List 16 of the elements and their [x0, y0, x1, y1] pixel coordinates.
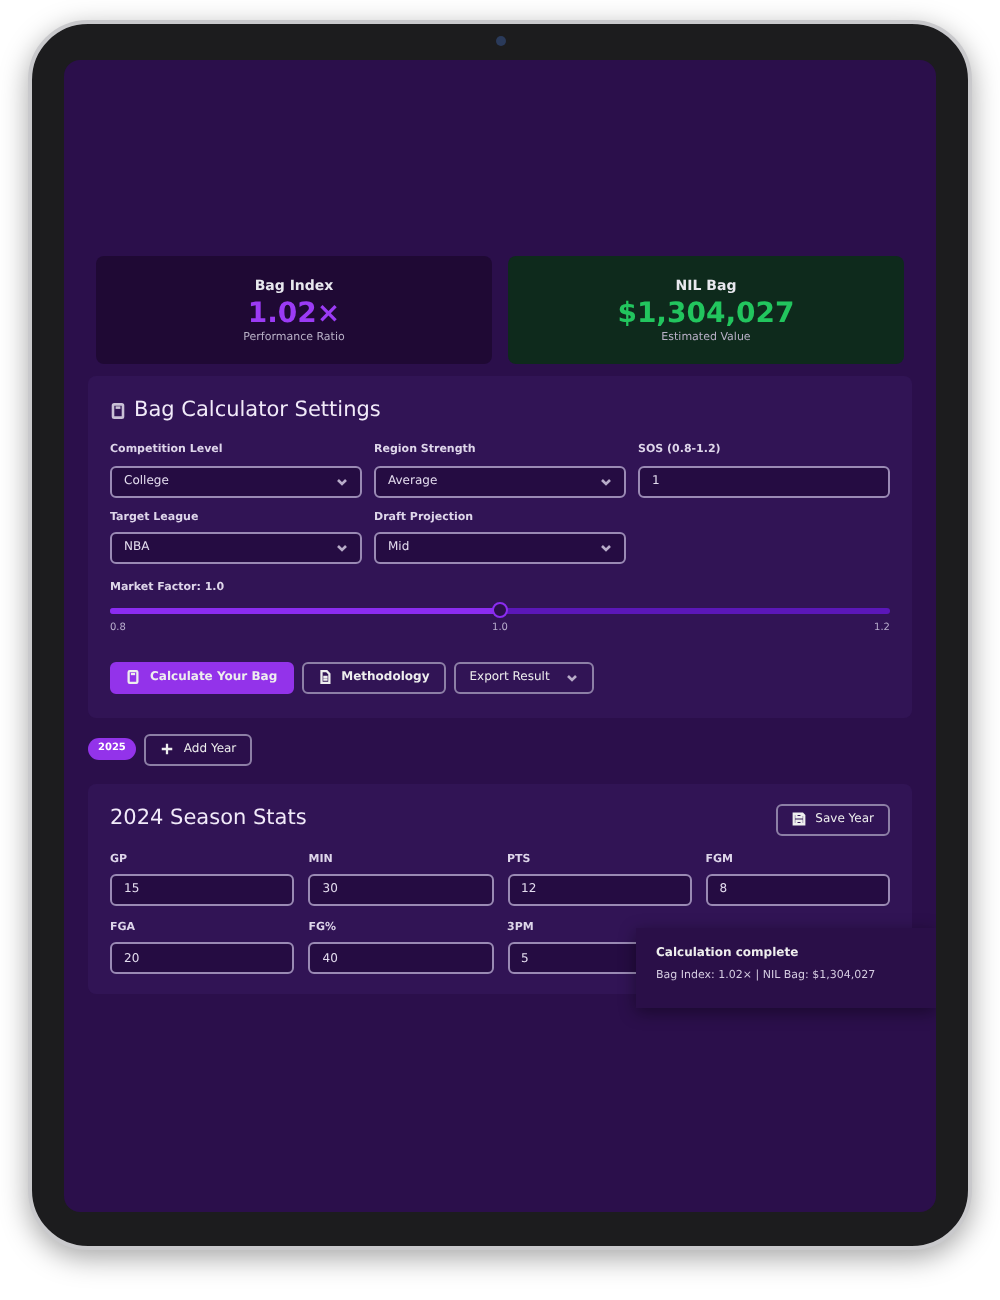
calculator-icon [126, 670, 140, 685]
chevron-down-icon [600, 477, 612, 486]
calculator-icon [110, 401, 126, 420]
chevron-down-icon [336, 477, 348, 486]
camera-dot [496, 36, 506, 46]
stat-value: 1.02× [245, 297, 343, 331]
document-icon [317, 670, 332, 685]
chevron-down-icon [565, 673, 578, 682]
stat-value: $1,304,027 [615, 297, 797, 331]
chevron-down-icon [600, 543, 612, 552]
plus-icon [159, 742, 174, 757]
slider-track[interactable] [110, 608, 890, 615]
panel-title: 2024 Season Stats [110, 803, 307, 834]
panel-title: Bag Calculator Settings [134, 395, 381, 426]
chevron-down-icon [336, 543, 348, 552]
slider-thumb[interactable] [492, 602, 508, 619]
